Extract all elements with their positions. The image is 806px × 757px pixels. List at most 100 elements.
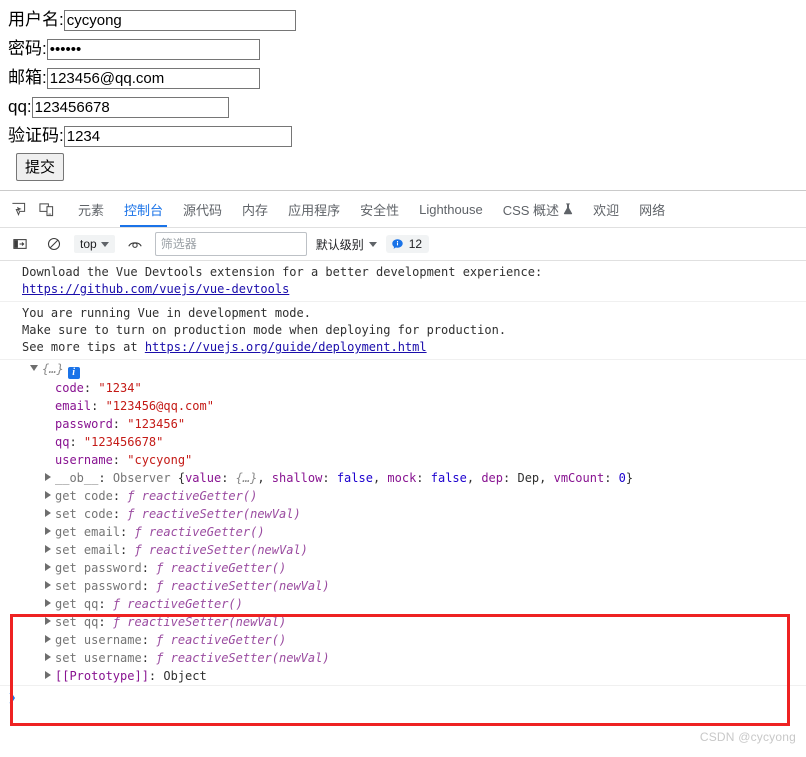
accessor-row[interactable]: get qq: ƒ reactiveGetter() [0,595,806,613]
console-output[interactable]: Download the Vue Devtools extension for … [0,261,806,757]
accessor-key: password [83,561,142,575]
property-key: password [55,417,113,431]
expand-triangle-icon[interactable] [45,599,51,607]
console-message-line: See more tips at https://vuejs.org/guide… [0,339,806,356]
input-email[interactable] [46,67,260,89]
accessor-function: reactiveGetter() [127,597,243,611]
accessor-key: email [83,543,121,557]
console-message-line: Download the Vue Devtools extension for … [0,264,806,281]
logged-object-tree[interactable]: {…} i code: "1234" email: "123456@qq.com" pa… [0,360,806,685]
object-property-row[interactable]: username: "cycyong" [0,451,806,469]
observer-entry-value: false [430,471,467,485]
tab-8[interactable]: 欢迎 [583,192,629,227]
colon: : [98,615,113,629]
clear-console-icon[interactable] [40,230,68,258]
function-keyword-icon: ƒ [156,651,171,665]
expand-triangle-icon[interactable] [45,635,51,643]
property-key: username [55,453,113,467]
accessor-row[interactable]: get username: ƒ reactiveGetter() [0,631,806,649]
expand-triangle-icon[interactable] [45,653,51,661]
tab-4[interactable]: 应用程序 [278,192,350,227]
observer-entry-key: value [185,471,222,485]
expand-triangle-icon[interactable] [30,365,38,371]
observer-entry-value: {…} [235,471,258,485]
inspect-element-icon[interactable] [4,195,32,223]
info-icon[interactable]: i [67,367,80,379]
console-sidebar-icon[interactable] [6,230,34,258]
input-qq[interactable] [31,96,229,118]
tab-label: Lighthouse [419,201,483,217]
tab-label: 应用程序 [288,202,341,218]
expand-triangle-icon[interactable] [45,527,51,535]
accessor-row[interactable]: get code: ƒ reactiveGetter() [0,487,806,505]
observer-entry-value: false [336,471,373,485]
form-row-code: 验证码: [8,122,806,150]
accessor-key: qq [83,597,99,611]
object-header-row[interactable]: {…} i [0,360,806,379]
live-expression-icon[interactable] [121,230,149,258]
input-username[interactable] [63,9,296,31]
console-prompt-row[interactable]: ❯ [0,685,806,705]
console-filter-input[interactable] [154,232,307,256]
web-page-content: 用户名: 密码: 邮箱: qq: 验证码: 提交 [0,0,806,190]
tab-9[interactable]: 网络 [629,192,675,227]
accessor-function: reactiveSetter(newVal) [127,615,287,629]
expand-triangle-icon[interactable] [45,509,51,517]
expand-triangle-icon[interactable] [45,617,51,625]
accessor-row[interactable]: set username: ƒ reactiveSetter(newVal) [0,649,806,667]
object-property-row[interactable]: qq: "123456678" [0,433,806,451]
observer-entry-key: vmCount [553,471,605,485]
expand-triangle-icon[interactable] [45,581,51,589]
expand-triangle-icon[interactable] [45,671,51,679]
console-link[interactable]: https://vuejs.org/guide/deployment.html [145,340,427,354]
object-property-row[interactable]: email: "123456@qq.com" [0,397,806,415]
tab-2[interactable]: 源代码 [173,192,232,227]
accessor-function: reactiveGetter() [170,561,287,575]
execution-context-value: top [80,237,97,251]
console-link[interactable]: https://github.com/vuejs/vue-devtools [22,282,289,296]
accessor-row[interactable]: set qq: ƒ reactiveSetter(newVal) [0,613,806,631]
observer-row[interactable]: __ob__: Observer {value: {…}, shallow: f… [0,469,806,487]
tab-label: 控制台 [124,202,164,218]
device-toolbar-icon[interactable] [32,195,60,223]
object-property-row[interactable]: code: "1234" [0,379,806,397]
input-code[interactable] [63,125,292,147]
tab-0[interactable]: 元素 [68,192,114,227]
expand-triangle-icon[interactable] [45,545,51,553]
tab-3[interactable]: 内存 [232,192,278,227]
log-level-selector[interactable]: 默认级别 [313,236,380,253]
tab-6[interactable]: Lighthouse [409,192,493,227]
colon: : [416,471,431,485]
accessor-row[interactable]: set code: ƒ reactiveSetter(newVal) [0,505,806,523]
accessor-kind: get [55,489,77,503]
tab-7[interactable]: CSS 概述 [493,192,583,227]
expand-triangle-icon[interactable] [45,491,51,499]
expand-triangle-icon[interactable] [45,563,51,571]
object-braces: {…} [42,362,64,376]
console-text: You are running Vue in development mode. [22,306,311,320]
execution-context-selector[interactable]: top [74,235,115,253]
colon: : [112,453,128,467]
submit-button[interactable]: 提交 [16,153,65,181]
colon: : [112,417,128,431]
accessor-row[interactable]: get email: ƒ reactiveGetter() [0,523,806,541]
accessor-row[interactable]: set email: ƒ reactiveSetter(newVal) [0,541,806,559]
tab-1[interactable]: 控制台 [114,192,173,227]
label-username: 用户名: [8,10,64,29]
expand-triangle-icon[interactable] [45,473,51,481]
prototype-row[interactable]: [[Prototype]]: Object [0,667,806,685]
label-password: 密码: [8,39,47,58]
tab-label: 欢迎 [593,202,620,218]
colon: : [141,561,157,575]
message-count-badge[interactable]: 12 [385,235,430,253]
input-password[interactable] [46,38,260,60]
property-value: "1234" [98,381,142,395]
tab-5[interactable]: 安全性 [350,192,409,227]
console-message-line: https://github.com/vuejs/vue-devtools [0,281,806,298]
observer-entry-key: shallow [271,471,323,485]
object-property-row[interactable]: password: "123456" [0,415,806,433]
accessor-row[interactable]: set password: ƒ reactiveSetter(newVal) [0,577,806,595]
accessor-row[interactable]: get password: ƒ reactiveGetter() [0,559,806,577]
tab-label: 安全性 [360,202,400,218]
